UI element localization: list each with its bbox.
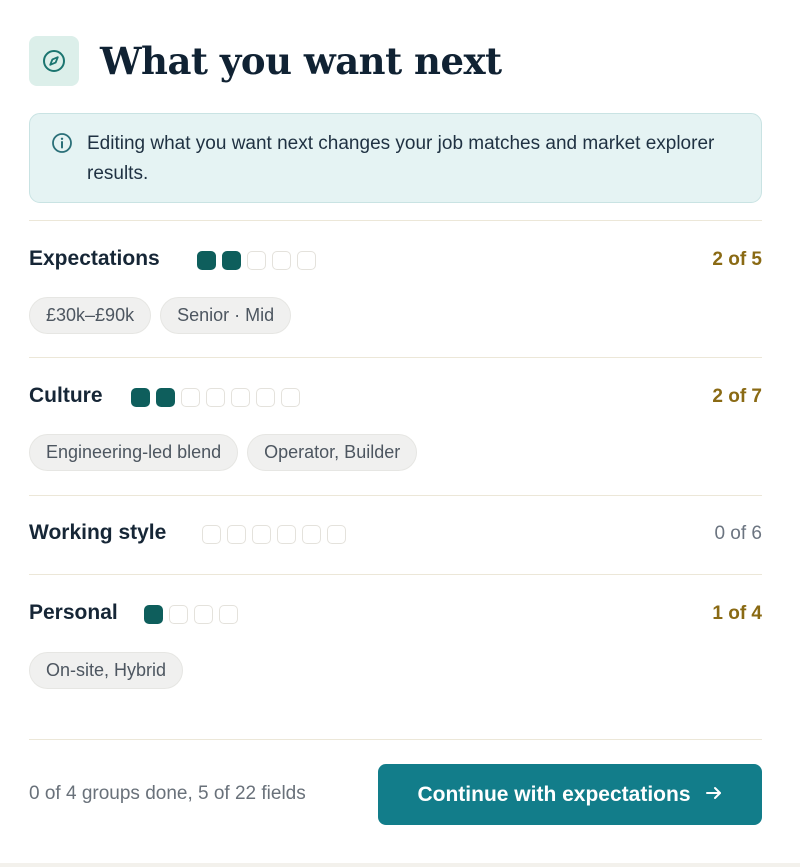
progress-step-empty	[194, 605, 213, 624]
progress-step-empty	[227, 525, 246, 544]
arrow-right-icon	[705, 783, 723, 807]
group-title-personal[interactable]: Personal	[29, 601, 118, 625]
progress-step-empty	[297, 251, 316, 270]
progress-step-empty	[302, 525, 321, 544]
divider	[29, 495, 762, 496]
group-count-expectations: 2 of 5	[712, 249, 762, 270]
progress-working-style	[202, 525, 346, 544]
progress-step-filled	[131, 388, 150, 407]
group-count-personal: 1 of 4	[712, 603, 762, 624]
chip-engineering-culture[interactable]: Engineering-led blend	[29, 434, 239, 471]
info-icon	[51, 132, 73, 159]
page-title: What you want next	[100, 39, 502, 83]
progress-personal	[144, 605, 238, 624]
chip-seniority[interactable]: Senior · Mid	[160, 297, 292, 334]
progress-expectations	[197, 251, 316, 270]
progress-step-empty	[231, 388, 250, 407]
progress-step-empty	[247, 251, 266, 270]
info-notice: Editing what you want next changes your …	[29, 113, 762, 203]
progress-step-empty	[252, 525, 271, 544]
group-title-culture[interactable]: Culture	[29, 384, 103, 408]
progress-step-empty	[169, 605, 188, 624]
divider	[29, 220, 762, 221]
progress-step-empty	[281, 388, 300, 407]
progress-step-empty	[272, 251, 291, 270]
compass-icon	[29, 36, 79, 86]
divider	[29, 357, 762, 358]
progress-step-empty	[219, 605, 238, 624]
notice-text: Editing what you want next changes your …	[87, 133, 715, 184]
progress-step-empty	[277, 525, 296, 544]
progress-step-empty	[327, 525, 346, 544]
group-title-expectations[interactable]: Expectations	[29, 247, 160, 271]
card-header: What you want next	[29, 36, 502, 86]
progress-step-filled	[156, 388, 175, 407]
divider	[29, 739, 762, 740]
chips-culture: Engineering-led blend Operator, Builder	[29, 434, 418, 471]
chip-salary-range[interactable]: £30k–£90k	[29, 297, 152, 334]
group-count-culture: 2 of 7	[712, 386, 762, 407]
group-count-working-style: 0 of 6	[714, 523, 762, 544]
continue-button[interactable]: Continue with expectations	[378, 764, 762, 825]
divider	[29, 574, 762, 575]
chip-roles[interactable]: Operator, Builder	[247, 434, 418, 471]
continue-button-label: Continue with expectations	[417, 782, 691, 806]
progress-summary: 0 of 4 groups done, 5 of 22 fields	[29, 783, 306, 804]
progress-step-filled	[197, 251, 216, 270]
progress-culture	[131, 388, 300, 407]
chip-work-location[interactable]: On-site, Hybrid	[29, 652, 184, 689]
chips-personal: On-site, Hybrid	[29, 652, 184, 689]
chips-expectations: £30k–£90k Senior · Mid	[29, 297, 292, 334]
progress-step-empty	[206, 388, 225, 407]
progress-step-empty	[202, 525, 221, 544]
group-title-working-style[interactable]: Working style	[29, 521, 166, 545]
progress-step-filled	[222, 251, 241, 270]
preferences-card: What you want next Editing what you want…	[0, 0, 800, 867]
progress-step-empty	[181, 388, 200, 407]
progress-step-filled	[144, 605, 163, 624]
progress-step-empty	[256, 388, 275, 407]
